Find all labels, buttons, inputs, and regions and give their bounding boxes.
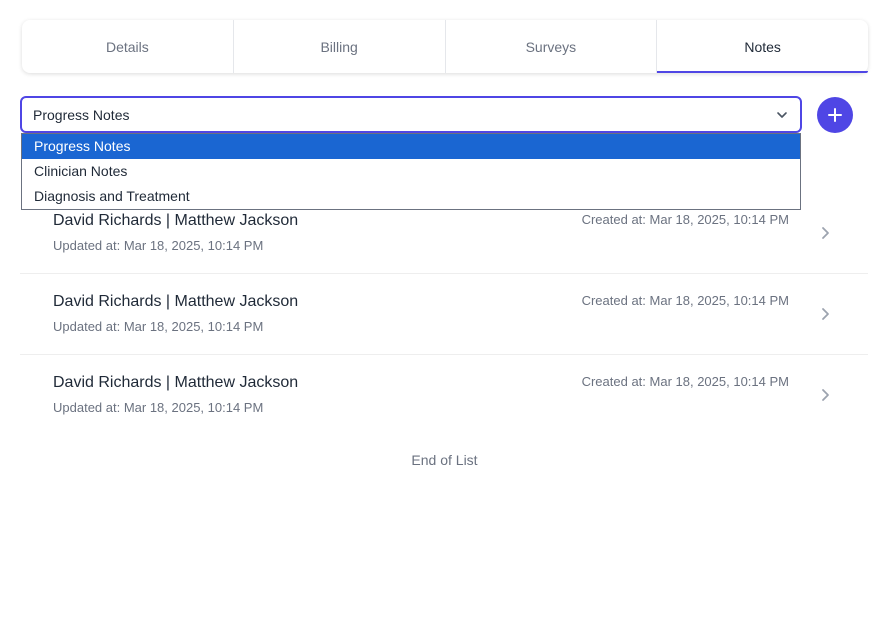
tab-surveys[interactable]: Surveys: [446, 20, 658, 73]
option-progress-notes[interactable]: Progress Notes: [22, 134, 800, 159]
chevron-right-icon: [822, 389, 829, 401]
note-type-select[interactable]: Progress Notes: [20, 96, 802, 133]
tab-details[interactable]: Details: [22, 20, 234, 73]
option-diagnosis-and-treatment[interactable]: Diagnosis and Treatment: [22, 184, 800, 209]
note-type-dropdown: Progress Notes Clinician Notes Diagnosis…: [21, 133, 801, 210]
note-updated-at: Updated at: Mar 18, 2025, 10:14 PM: [53, 238, 264, 253]
tab-notes[interactable]: Notes: [657, 20, 868, 73]
chevron-right-icon: [822, 227, 829, 239]
note-title: David Richards | Matthew Jackson: [53, 374, 299, 391]
note-created-at: Created at: Mar 18, 2025, 10:14 PM: [581, 293, 789, 308]
note-created-at: Created at: Mar 18, 2025, 10:14 PM: [581, 212, 789, 227]
option-clinician-notes[interactable]: Clinician Notes: [22, 159, 800, 184]
chevron-right-icon: [822, 308, 829, 320]
tab-billing[interactable]: Billing: [234, 20, 446, 73]
list-item[interactable]: David Richards | Matthew Jackson Updated…: [20, 274, 868, 355]
notes-list: David Richards | Matthew Jackson Updated…: [20, 193, 868, 436]
note-type-select-value: Progress Notes: [33, 106, 130, 123]
note-title: David Richards | Matthew Jackson: [53, 212, 299, 229]
list-item[interactable]: David Richards | Matthew Jackson Updated…: [20, 355, 868, 436]
end-of-list-label: End of List: [411, 452, 478, 468]
note-created-at: Created at: Mar 18, 2025, 10:14 PM: [581, 374, 789, 389]
add-note-button[interactable]: [817, 97, 853, 133]
note-updated-at: Updated at: Mar 18, 2025, 10:14 PM: [53, 319, 264, 334]
plus-icon: [828, 108, 842, 122]
tab-bar: Details Billing Surveys Notes: [22, 20, 868, 73]
note-updated-at: Updated at: Mar 18, 2025, 10:14 PM: [53, 400, 264, 415]
chevron-down-icon: [777, 111, 787, 118]
note-title: David Richards | Matthew Jackson: [53, 293, 299, 310]
